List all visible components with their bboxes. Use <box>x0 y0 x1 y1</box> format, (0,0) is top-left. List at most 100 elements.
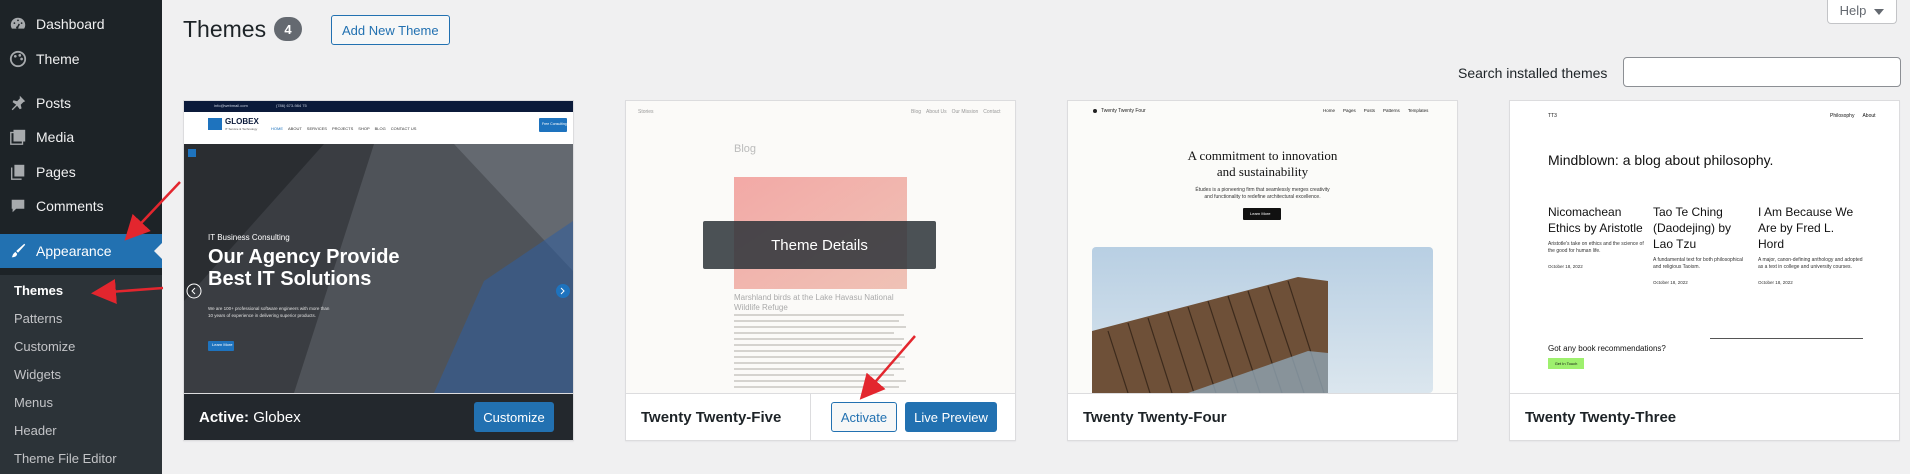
globex-headline-2: Best IT Solutions <box>208 268 372 290</box>
bar-divider <box>810 394 811 440</box>
tt5-site-title: Stories <box>638 109 654 115</box>
globex-body-2: 10 years of experience in delivering sup… <box>208 313 317 318</box>
globex-headline-1: Our Agency Provide <box>208 246 400 268</box>
live-preview-button[interactable]: Live Preview <box>905 402 997 432</box>
tt4-learn-more: Learn More <box>1250 211 1271 216</box>
globex-topbar-phone: (786) 673-984 75 <box>276 103 307 108</box>
active-prefix: Active: <box>199 409 250 426</box>
globex-nav-item: PROJECTS <box>331 126 354 131</box>
submenu-item-customize[interactable]: Customize <box>14 339 75 354</box>
tt3-post-title: Nicomachean Ethics by Aristotle <box>1548 205 1643 235</box>
theme-bar: Twenty Twenty-Five Activate Live Preview <box>626 393 1015 440</box>
sidebar-item-label: Comments <box>36 198 104 214</box>
tt4-site-title: Twenty Twenty Four <box>1101 108 1146 114</box>
submenu-item-theme-file-editor[interactable]: Theme File Editor <box>14 451 117 466</box>
submenu-item-widgets[interactable]: Widgets <box>14 367 61 382</box>
theme-card-twenty-twenty-three[interactable]: TT3 Philosophy About Mindblown: a blog a… <box>1509 100 1900 441</box>
tt4-headline-2: and sustainability <box>1216 164 1309 179</box>
tt3-site-title: TT3 <box>1548 113 1557 119</box>
search-input[interactable] <box>1623 57 1901 87</box>
tt4-body-1: Études is a pioneering firm that seamles… <box>1195 187 1330 193</box>
tt3-nav: Philosophy About <box>1830 113 1876 119</box>
globex-logo-sub: IT Service & Technology <box>225 127 258 131</box>
media-icon <box>0 128 36 146</box>
tt3-headline: Mindblown: a blog about philosophy. <box>1548 152 1774 168</box>
sidebar-item-label: Posts <box>36 95 72 111</box>
tt3-divider <box>1710 338 1863 339</box>
theme-name: Twenty Twenty-Four <box>1083 409 1227 426</box>
admin-sidebar: Dashboard Theme Posts Media Pages Commen… <box>0 0 162 474</box>
tt3-post-date: October 18, 2022 <box>1758 280 1793 285</box>
theme-screenshot: Stories Blog About Us Our Mission Contac… <box>626 101 1015 393</box>
pages-icon <box>0 163 36 181</box>
tt3-cta-button: Get In Touch <box>1548 358 1584 369</box>
tt3-post-title: Tao Te Ching (Daodejing) by Lao Tzu <box>1653 205 1732 251</box>
sidebar-item-appearance[interactable]: Appearance <box>0 234 162 268</box>
tt4-headline-1: A commitment to innovation <box>1187 148 1338 163</box>
tt4-nav-item: Templates <box>1407 108 1429 113</box>
tt3-cta-text: Got any book recommendations? <box>1548 344 1666 353</box>
submenu-item-header[interactable]: Header <box>14 423 57 438</box>
tt3-nav-item: Philosophy <box>1830 113 1855 119</box>
tt3-nav-item: About <box>1862 113 1876 119</box>
theme-bar: Twenty Twenty-Three <box>1510 393 1899 440</box>
tt4-nav: Home Pages Posts Patterns Templates <box>1323 108 1428 113</box>
tt4-nav-item: Posts <box>1363 108 1376 113</box>
globex-nav-item: BLOG <box>374 126 386 131</box>
pin-icon <box>0 94 36 112</box>
globex-nav-item: HOME <box>271 126 283 131</box>
tt4-preview-image <box>1068 101 1457 393</box>
theme-bar: Twenty Twenty-Four <box>1068 393 1457 440</box>
globex-kicker: IT Business Consulting <box>208 233 290 242</box>
tt3-post-excerpt: A fundamental text for both philosophica… <box>1653 257 1744 270</box>
globex-topbar-email: info@webmail.com <box>214 103 248 108</box>
globex-nav-item: SHOP <box>358 126 370 131</box>
palette-icon <box>0 50 36 68</box>
sidebar-item-theme[interactable]: Theme <box>0 42 162 76</box>
theme-card-twenty-twenty-five[interactable]: Stories Blog About Us Our Mission Contac… <box>625 100 1016 441</box>
tt4-nav-item: Pages <box>1343 108 1356 113</box>
tt3-post-date: October 18, 2022 <box>1653 280 1688 285</box>
tt4-body-2: and functionality to redefine architectu… <box>1204 194 1321 200</box>
globex-nav-item: SERVICES <box>306 126 327 131</box>
theme-card-globex[interactable]: info@webmail.com (786) 673-984 75 GLOBEX… <box>183 100 574 441</box>
globex-nav-item: ABOUT <box>288 126 302 131</box>
tt5-caption-1: Marshland birds at the Lake Havasu Natio… <box>734 293 894 302</box>
theme-details-overlay[interactable]: Theme Details <box>703 221 936 269</box>
theme-screenshot: info@webmail.com (786) 673-984 75 GLOBEX… <box>184 101 573 393</box>
sidebar-item-comments[interactable]: Comments <box>0 189 162 223</box>
theme-name: Active: Globex <box>184 409 301 426</box>
brush-icon <box>0 242 36 260</box>
sidebar-item-dashboard[interactable]: Dashboard <box>0 7 162 41</box>
sidebar-item-label: Appearance <box>36 243 112 259</box>
globex-cta: Free Consulting <box>542 122 567 126</box>
comments-icon <box>0 197 36 215</box>
tt3-post-excerpt: Aristotle's take on ethics and the scien… <box>1548 241 1644 254</box>
submenu-item-themes[interactable]: Themes <box>14 283 63 298</box>
globex-logo: GLOBEX <box>225 117 259 126</box>
tt5-nav-item: About Us <box>926 109 947 115</box>
submenu-item-patterns[interactable]: Patterns <box>14 311 62 326</box>
help-button[interactable]: Help <box>1827 0 1897 24</box>
sidebar-item-label: Dashboard <box>36 16 105 32</box>
tt4-nav-item: Patterns <box>1383 108 1400 113</box>
theme-name-text: Globex <box>253 409 301 426</box>
globex-body-1: We are 100+ professional software engine… <box>208 306 330 311</box>
sidebar-item-media[interactable]: Media <box>0 120 162 154</box>
tt3-post: Nicomachean Ethics by Aristotle Aristotl… <box>1548 204 1646 269</box>
add-new-theme-button[interactable]: Add New Theme <box>331 15 450 45</box>
theme-card-twenty-twenty-four[interactable]: Twenty Twenty Four Home Pages Posts Patt… <box>1067 100 1458 441</box>
theme-screenshot: TT3 Philosophy About Mindblown: a blog a… <box>1510 101 1899 393</box>
globex-nav-item: CONTACT US <box>390 126 417 131</box>
customize-button[interactable]: Customize <box>474 402 554 432</box>
sidebar-item-posts[interactable]: Posts <box>0 86 162 120</box>
theme-screenshot: Twenty Twenty Four Home Pages Posts Patt… <box>1068 101 1457 393</box>
submenu-item-menus[interactable]: Menus <box>14 395 53 410</box>
globex-learn-more: Learn More <box>212 342 233 347</box>
activate-button[interactable]: Activate <box>831 402 897 432</box>
help-label: Help <box>1839 3 1867 18</box>
tt5-nav-item: Contact <box>983 109 1001 115</box>
sidebar-item-pages[interactable]: Pages <box>0 155 162 189</box>
tt5-nav-item: Blog <box>911 109 922 115</box>
page-title: Themes <box>183 16 267 42</box>
